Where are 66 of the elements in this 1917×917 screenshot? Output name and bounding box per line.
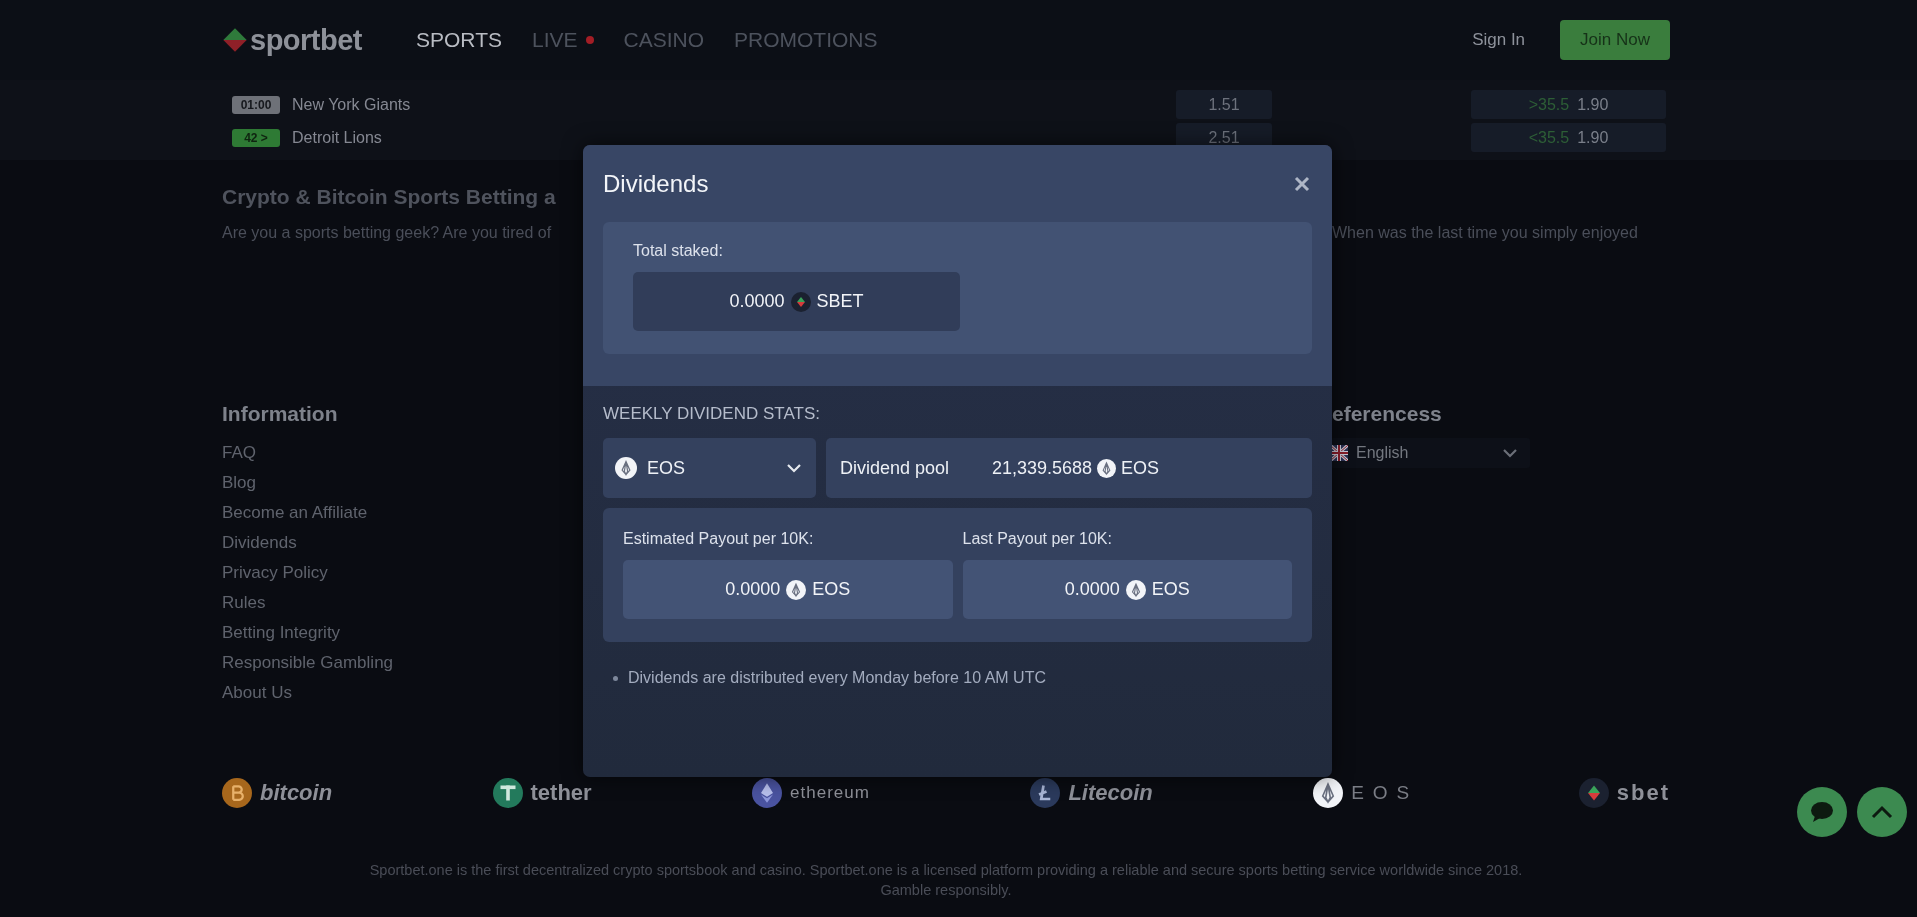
scroll-top-button[interactable] — [1857, 787, 1907, 837]
article-text: Are you a sports betting geek? Are you tired of — [222, 224, 552, 242]
field-label: Last Payout per 10K: — [962, 530, 1113, 548]
bullet-icon — [613, 675, 618, 681]
nav-tab[interactable]: LIVE — [531, 28, 594, 52]
eos-icon — [615, 457, 637, 479]
chevron-down-icon — [786, 463, 802, 473]
footer-link[interactable]: Blog — [222, 468, 257, 498]
footer-link[interactable]: Privacy Policy — [222, 558, 328, 588]
value-field: 0.0000 EOS — [623, 560, 953, 619]
chevron-down-icon — [1502, 448, 1518, 458]
coin-icon — [752, 778, 783, 808]
dialog-title: Dividends — [603, 169, 709, 198]
language-select[interactable]: English — [1330, 438, 1530, 468]
eos-icon — [1097, 458, 1117, 478]
eos-icon — [1313, 778, 1344, 808]
total-odds-button[interactable]: <35.5 1.90 — [1471, 123, 1666, 152]
article-heading: Crypto & Bitcoin Sports Betting a — [222, 185, 556, 210]
coin-icon — [222, 778, 252, 808]
close-icon — [1294, 175, 1310, 192]
coin-icon — [492, 778, 523, 808]
odds-button[interactable]: 1.51 — [1176, 90, 1272, 119]
eos-icon — [786, 579, 807, 600]
footer-link[interactable]: Betting Integrity — [222, 618, 341, 648]
field-label: Estimated Payout per 10K: — [623, 530, 815, 548]
crypto-name: tether — [530, 780, 592, 806]
join-now-button[interactable]: Join Now — [1560, 20, 1670, 60]
total-odds-button[interactable]: >35.5 1.90 — [1471, 90, 1666, 119]
article-text: When was the last time you simply enjoyed — [1332, 224, 1638, 242]
nav-tab[interactable]: PROMOTIONS — [734, 28, 878, 52]
chat-bubble-icon — [1809, 800, 1835, 824]
footer-link[interactable]: Responsible Gambling — [222, 648, 394, 678]
currency-select[interactable]: EOS — [603, 438, 816, 498]
crypto-name: EOS — [1351, 782, 1419, 804]
live-minute-badge: 42 > — [232, 128, 280, 147]
logo-icon — [222, 27, 248, 53]
footer-link[interactable]: Rules — [222, 588, 266, 618]
crypto-name: bitcoin — [260, 780, 333, 806]
crypto-name: sbet — [1616, 780, 1670, 806]
logo-text[interactable]: sportbet — [250, 23, 362, 57]
footer-link[interactable]: FAQ — [222, 438, 256, 468]
footer-link[interactable]: About Us — [222, 678, 292, 708]
chevron-up-icon — [1870, 804, 1894, 820]
team-name: Detroit Lions — [292, 128, 382, 147]
value-field: 0.0000 EOS — [962, 560, 1292, 619]
crypto-name: Litecoin — [1068, 780, 1153, 806]
chat-button[interactable] — [1797, 787, 1847, 837]
pool-field: Dividend pool 21,339.5688 EOS — [826, 438, 1312, 498]
section-title: WEEKLY DIVIDEND STATS: — [603, 404, 821, 424]
nav-tab[interactable]: SPORTS — [416, 28, 502, 52]
footer-link[interactable]: Dividends — [222, 528, 297, 558]
footer-heading: eferencess — [1332, 402, 1442, 426]
value-field: 0.0000 SBET — [633, 272, 960, 331]
disclaimer-text: Sportbet.one is the first decentralized crypto sportsbook and casino. Sportbet.one is a licensed platform providing a reliable and secure sports betting service worldwide since 2018. Gamble responsibly. — [368, 861, 1524, 900]
note-text: Dividends are distributed every Monday before 10 AM UTC — [628, 669, 1046, 687]
eos-icon — [1125, 579, 1146, 600]
sign-in-link[interactable]: Sign In — [1472, 30, 1526, 50]
coin-icon — [1030, 778, 1061, 808]
nav-tab[interactable]: CASINO — [623, 28, 704, 52]
field-label: Total staked: — [633, 242, 724, 260]
start-time-badge: 01:00 — [232, 95, 280, 114]
close-button[interactable] — [1294, 175, 1310, 192]
footer-link[interactable]: Become an Affiliate — [222, 498, 368, 528]
team-name: New York Giants — [292, 95, 411, 114]
crypto-name: ethereum — [790, 783, 870, 803]
footer-heading: Information — [222, 402, 338, 426]
